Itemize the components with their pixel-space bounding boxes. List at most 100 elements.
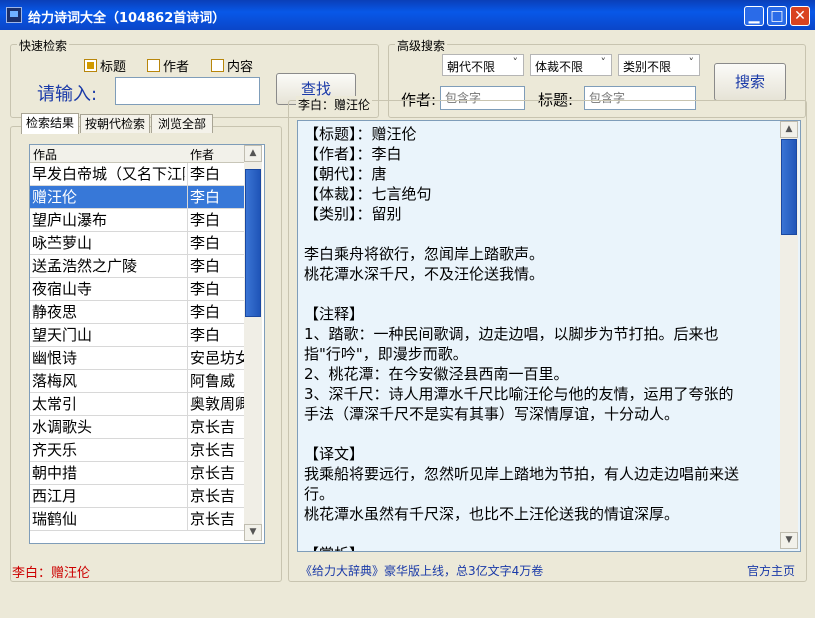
status-homepage-link[interactable]: 官方主页 <box>747 562 795 579</box>
detail-line: 桃花潭水深千尺，不及汪伦送我情。 <box>304 265 545 283</box>
tab-browse-all[interactable]: 浏览全部 <box>151 114 213 133</box>
detail-line: 【作者】：李白 <box>304 145 402 163</box>
checkbox-content[interactable]: 内容 <box>211 56 253 75</box>
poem-list: 作品 作者 早发白帝城（又名下江陵）李白赠汪伦李白望庐山瀑布李白咏苎萝山李白送孟… <box>29 144 265 544</box>
row-author: 阿鲁威 <box>187 370 246 392</box>
app-window: 给力诗词大全（104862首诗词） ▁ □ ✕ 快速检索 标题 作者 内容 请输… <box>0 0 815 618</box>
row-author: 奥敦周卿 <box>187 393 246 415</box>
table-row[interactable]: 瑞鹤仙 京长吉 <box>30 508 244 531</box>
row-title: 望天门山 <box>32 326 93 344</box>
table-row[interactable]: 落梅风 阿鲁威 <box>30 370 244 393</box>
list-scrollbar[interactable]: ▲ ▼ <box>244 145 262 541</box>
search-button[interactable]: 搜索 <box>714 63 786 101</box>
detail-line: 李白乘舟将欲行，忽闻岸上踏歌声。 <box>304 245 545 263</box>
quick-search-title: 快速检索 <box>17 37 70 54</box>
detail-line: 3、深千尺：诗人用潭水千尺比喻汪伦与他的友情，运用了夸张的 <box>304 385 734 403</box>
detail-scroll-up-button[interactable]: ▲ <box>780 121 798 138</box>
detail-line: 【体裁】：七言绝句 <box>304 185 432 203</box>
scroll-up-button[interactable]: ▲ <box>244 145 262 162</box>
checkbox-author-label: 作者 <box>163 60 190 75</box>
row-title: 送孟浩然之广陵 <box>32 257 138 275</box>
row-title: 齐天乐 <box>32 441 78 459</box>
detail-line: 【赏析】 <box>304 543 364 551</box>
row-title: 太常引 <box>32 395 78 413</box>
checkbox-title-box[interactable] <box>84 59 97 72</box>
status-ad-link[interactable]: 《给力大辞典》豪华版上线，总3亿文字4万卷 <box>300 562 543 579</box>
table-row[interactable]: 朝中措 京长吉 <box>30 462 244 485</box>
detail-line: 1、踏歌：一种民间歌调，边走边唱，以脚步为节打拍。后来也 <box>304 325 719 343</box>
row-author: 李白 <box>187 301 246 323</box>
tab-search-results[interactable]: 检索结果 <box>21 113 79 134</box>
chevron-down-icon: ˅ <box>688 56 695 69</box>
detail-line: 桃花潭水虽然有千尺深，也比不上汪伦送我的情谊深厚。 <box>304 505 680 523</box>
tab-by-dynasty[interactable]: 按朝代检索 <box>80 114 150 133</box>
detail-scrollbar[interactable]: ▲ ▼ <box>780 121 798 549</box>
genre-select[interactable]: 体裁不限 ˅ <box>530 54 612 76</box>
close-icon: ✕ <box>794 8 806 24</box>
dynasty-select[interactable]: 朝代不限 ˅ <box>442 54 524 76</box>
poem-detail-text[interactable]: 【标题】：赠汪伦 【作者】：李白 【朝代】：唐 【体裁】：七言绝句 【类别】：留别 李白乘… <box>297 120 801 552</box>
column-title[interactable]: 作品 <box>33 146 57 163</box>
detail-line: 2、桃花潭：在今安徽泾县西南一百里。 <box>304 365 569 383</box>
checkbox-author[interactable]: 作者 <box>147 56 189 75</box>
table-row[interactable]: 望庐山瀑布 李白 <box>30 209 244 232</box>
row-title: 咏苎萝山 <box>32 234 93 252</box>
scroll-down-button[interactable]: ▼ <box>244 524 262 541</box>
close-button[interactable]: ✕ <box>790 6 810 26</box>
row-title: 早发白帝城（又名下江陵） <box>32 165 185 183</box>
table-row[interactable]: 西江月 京长吉 <box>30 485 244 508</box>
detail-line: 我乘船将要远行，忽然听见岸上踏地为节拍，有人边走边唱前来送 <box>304 465 740 483</box>
row-author: 京长吉 <box>187 485 246 507</box>
title-bar[interactable]: 给力诗词大全（104862首诗词） ▁ □ ✕ <box>0 0 815 30</box>
category-select[interactable]: 类别不限 ˅ <box>618 54 700 76</box>
table-row[interactable]: 送孟浩然之广陵 李白 <box>30 255 244 278</box>
minimize-button[interactable]: ▁ <box>744 6 764 26</box>
window-title: 给力诗词大全（104862首诗词） <box>28 11 226 26</box>
row-author: 李白 <box>187 255 246 277</box>
search-input[interactable] <box>115 77 260 105</box>
table-row[interactable]: 静夜思 李白 <box>30 301 244 324</box>
chevron-down-icon: ▼ <box>785 535 793 545</box>
checkbox-title[interactable]: 标题 <box>84 56 126 75</box>
advanced-search-title: 高级搜索 <box>395 37 448 54</box>
status-current-poem: 李白：赠汪伦 <box>12 566 91 581</box>
table-row[interactable]: 太常引 奥敦周卿 <box>30 393 246 416</box>
chevron-up-icon: ▲ <box>249 148 257 158</box>
maximize-button[interactable]: □ <box>767 6 787 26</box>
row-author: 李白 <box>187 209 246 231</box>
chevron-up-icon: ▲ <box>785 124 793 134</box>
table-row[interactable]: 望天门山 李白 <box>30 324 244 347</box>
scroll-thumb[interactable] <box>245 169 261 317</box>
table-row[interactable]: 咏苎萝山 李白 <box>30 232 244 255</box>
detail-line: 【注释】 <box>304 305 365 323</box>
row-title: 落梅风 <box>32 372 78 390</box>
detail-line: 【朝代】：唐 <box>304 165 387 183</box>
app-icon <box>6 7 22 23</box>
table-row[interactable]: 赠汪伦 李白 <box>30 186 244 209</box>
row-author: 李白 <box>187 186 246 208</box>
checkbox-title-label: 标题 <box>100 60 127 75</box>
chevron-down-icon: ▼ <box>249 527 257 537</box>
table-row[interactable]: 齐天乐 京长吉 <box>30 439 244 462</box>
detail-scroll-thumb[interactable] <box>781 139 797 235</box>
row-title: 朝中措 <box>32 464 78 482</box>
row-author: 京长吉 <box>187 462 246 484</box>
row-author: 李白 <box>187 163 246 185</box>
maximize-icon: □ <box>770 8 784 24</box>
minimize-icon: ▁ <box>748 8 760 24</box>
column-author[interactable]: 作者 <box>190 146 214 163</box>
row-author: 京长吉 <box>187 439 246 461</box>
table-row[interactable]: 幽恨诗 安邑坊女 <box>30 347 246 370</box>
chevron-down-icon: ˅ <box>512 56 519 69</box>
checkbox-author-box[interactable] <box>147 59 160 72</box>
row-title: 瑞鹤仙 <box>32 510 78 528</box>
table-row[interactable]: 水调歌头 京长吉 <box>30 416 244 439</box>
table-row[interactable]: 早发白帝城（又名下江陵）李白 <box>30 163 244 186</box>
category-select-value: 类别不限 <box>623 60 672 74</box>
table-row[interactable]: 夜宿山寺 李白 <box>30 278 244 301</box>
detail-title: 李白：赠汪伦 <box>296 96 373 113</box>
checkbox-content-box[interactable] <box>211 59 224 72</box>
row-author: 京长吉 <box>187 416 246 438</box>
row-author: 李白 <box>187 278 246 300</box>
detail-scroll-down-button[interactable]: ▼ <box>780 532 798 549</box>
